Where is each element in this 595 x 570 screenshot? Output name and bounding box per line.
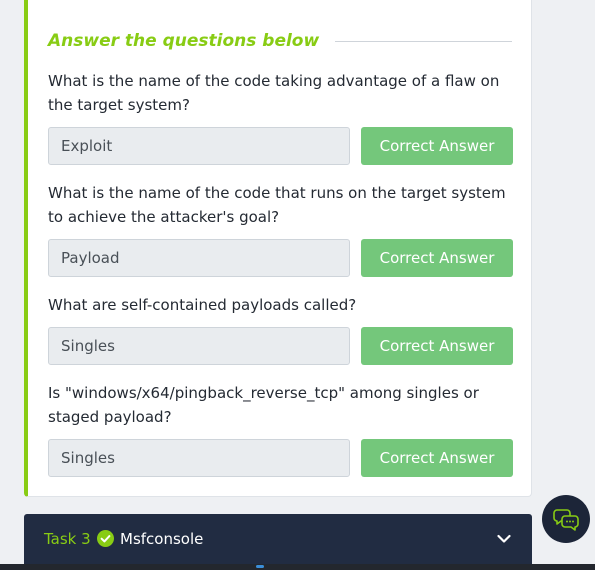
os-taskbar-edge xyxy=(0,564,595,570)
check-circle-icon xyxy=(97,530,114,547)
answer-3-field[interactable]: Singles xyxy=(48,327,350,365)
heading-divider xyxy=(335,40,512,42)
section-heading: Answer the questions below xyxy=(48,31,320,51)
answer-2-correct-button[interactable]: Correct Answer xyxy=(361,239,513,277)
answer-4-field[interactable]: Singles xyxy=(48,439,350,477)
task-title: Msfconsole xyxy=(120,530,204,548)
chat-button[interactable] xyxy=(542,495,590,543)
question-1-text: What is the name of the code taking adva… xyxy=(48,72,500,114)
answer-3-correct-button[interactable]: Correct Answer xyxy=(361,327,513,365)
task-3-header[interactable]: Task 3 Msfconsole xyxy=(24,514,532,564)
question-4-text: Is "windows/x64/pingback_reverse_tcp" am… xyxy=(48,384,479,426)
chevron-down-icon[interactable] xyxy=(496,531,512,547)
section-heading-row: Answer the questions below xyxy=(48,30,512,52)
answer-1-field[interactable]: Exploit xyxy=(48,127,350,165)
taskbar-indicator xyxy=(256,565,264,568)
answer-4-correct-button[interactable]: Correct Answer xyxy=(361,439,513,477)
questions-card: Answer the questions below What is the n… xyxy=(24,0,532,497)
answer-1-correct-button[interactable]: Correct Answer xyxy=(361,127,513,165)
task-number: Task 3 xyxy=(44,530,91,548)
question-3-text: What are self-contained payloads called? xyxy=(48,296,357,314)
answer-2-field[interactable]: Payload xyxy=(48,239,350,277)
question-2-text: What is the name of the code that runs o… xyxy=(48,184,506,226)
